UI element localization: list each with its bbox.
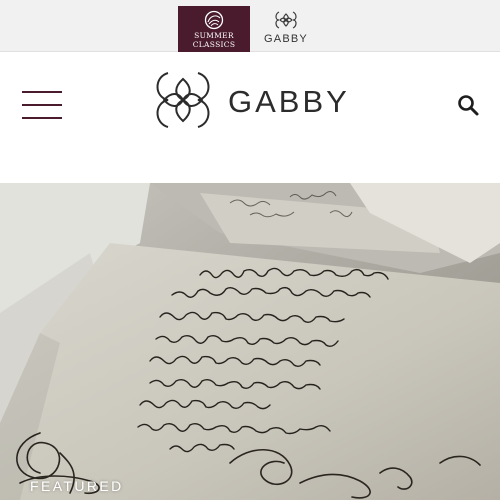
search-icon[interactable] <box>456 93 480 117</box>
gabby-small-logo-icon <box>275 11 297 29</box>
logo-wordmark: GABBY <box>228 84 350 119</box>
hero-image-manuscript <box>0 183 500 500</box>
gabby-brand-label: GABBY <box>264 33 308 45</box>
gabby-brand-link[interactable]: GABBY <box>258 6 314 52</box>
summer-classics-label: SUMMER CLASSICS <box>192 31 236 49</box>
featured-label: FEATURED <box>30 478 124 494</box>
menu-line <box>22 91 62 93</box>
brand-switcher-bar: SUMMER CLASSICS GABBY <box>0 0 500 52</box>
hero-banner[interactable]: FEATURED <box>0 183 500 500</box>
gabby-home-logo[interactable]: GABBY <box>152 69 352 133</box>
site-header: GABBY <box>0 53 500 183</box>
gabby-logo-icon <box>156 72 210 128</box>
menu-line <box>22 117 62 119</box>
summer-classics-logo-icon <box>204 10 224 30</box>
summer-classics-brand-link[interactable]: SUMMER CLASSICS <box>178 6 250 52</box>
menu-line <box>22 104 62 106</box>
hamburger-menu-icon[interactable] <box>22 91 62 121</box>
